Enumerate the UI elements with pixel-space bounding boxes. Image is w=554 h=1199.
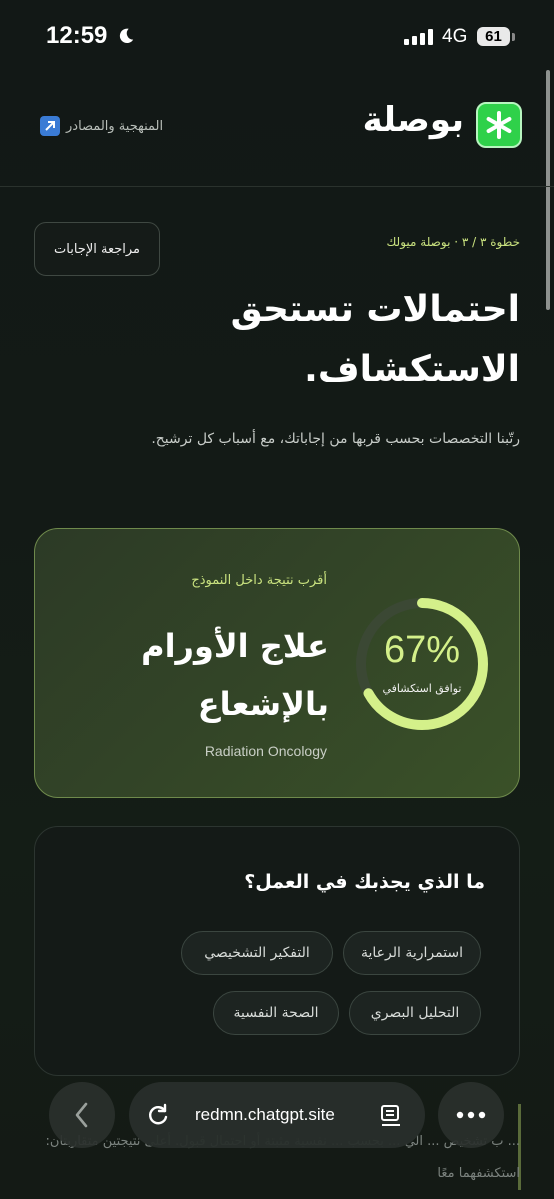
- result-title: علاج الأورام بالإشعاع: [141, 627, 329, 723]
- match-label: توافق استكشافي: [382, 682, 462, 695]
- chip-diagnostic-thinking[interactable]: التفكير التشخيصي: [181, 931, 333, 975]
- back-button[interactable]: [49, 1082, 115, 1148]
- battery-level: 61: [477, 27, 510, 46]
- battery-tip: [512, 33, 515, 41]
- result-kicker: أقرب نتيجة داخل النموذج: [191, 573, 327, 588]
- page-title: احتمالات تستحق الاستكشاف.: [230, 289, 520, 390]
- chip-continuity-of-care[interactable]: استمرارية الرعاية: [343, 931, 481, 975]
- signal-icon: [404, 29, 433, 45]
- methodology-label: المنهجية والمصادر: [66, 118, 164, 134]
- brand-name: بوصلة: [362, 100, 464, 140]
- external-link-icon: [40, 116, 60, 136]
- attraction-title: ما الذي يجذبك في العمل؟: [244, 871, 485, 893]
- review-answers-button[interactable]: مراجعة الإجابات: [34, 222, 160, 276]
- site-header: بوصلة المنهجية والمصادر: [0, 88, 554, 187]
- work-attraction-card: ما الذي يجذبك في العمل؟ استمرارية الرعاي…: [34, 826, 520, 1076]
- logo[interactable]: [476, 102, 522, 148]
- page-description: رتّبنا التخصصات بحسب قربها من إجاباتك، م…: [151, 431, 520, 447]
- reload-icon[interactable]: [145, 1102, 171, 1128]
- methodology-link[interactable]: المنهجية والمصادر: [40, 116, 163, 136]
- asterisk-icon: [486, 111, 512, 139]
- chip-mental-health[interactable]: الصحة النفسية: [213, 991, 339, 1035]
- more-button[interactable]: [438, 1082, 504, 1148]
- reader-icon[interactable]: [379, 1104, 403, 1128]
- address-bar[interactable]: redmn.chatgpt.site: [129, 1082, 425, 1148]
- step-indicator: خطوة ٣ / ٣ · بوصلة ميولك: [386, 235, 520, 249]
- network-type: 4G: [442, 26, 468, 47]
- chevron-left-icon: [75, 1102, 88, 1128]
- moon-icon: [119, 28, 134, 44]
- top-result-card[interactable]: أقرب نتيجة داخل النموذج علاج الأورام بال…: [34, 528, 520, 798]
- status-time: 12:59: [46, 22, 108, 49]
- url-text[interactable]: redmn.chatgpt.site: [195, 1105, 335, 1125]
- match-percent: 67%: [383, 629, 461, 671]
- status-bar: 12:59 4G 61: [0, 0, 554, 70]
- result-english-name: Radiation Oncology: [204, 743, 327, 759]
- more-icon: [456, 1111, 486, 1119]
- chip-visual-analysis[interactable]: التحليل البصري: [349, 991, 481, 1035]
